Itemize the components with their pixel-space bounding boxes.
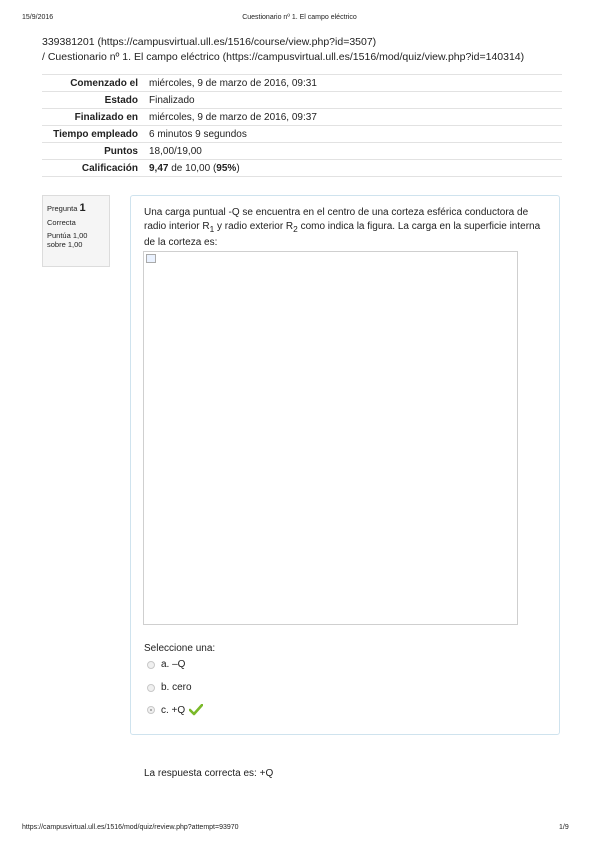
summary-label: Puntos — [42, 142, 145, 160]
question-text: Una carga puntual -Q se encuentra en el … — [144, 206, 549, 250]
question-number-value: 1 — [79, 202, 86, 214]
print-page-number: 1/9 — [559, 824, 569, 831]
attempt-summary-table: Comenzado el miércoles, 9 de marzo de 20… — [42, 74, 562, 177]
summary-value: 18,00/19,00 — [145, 142, 562, 160]
summary-label: Finalizado en — [42, 108, 145, 126]
summary-label: Tiempo empleado — [42, 125, 145, 143]
grade-label: Calificación — [42, 159, 145, 177]
radio-button[interactable] — [147, 683, 155, 692]
answer-option-b[interactable]: b. cero — [147, 682, 192, 693]
summary-value: miércoles, 9 de marzo de 2016, 09:31 — [145, 74, 562, 92]
question-figure — [143, 251, 518, 625]
correct-answer-feedback: La respuesta correcta es: +Q — [144, 768, 274, 779]
broken-image-icon — [146, 254, 156, 263]
summary-label: Estado — [42, 91, 145, 109]
radio-button-selected[interactable] — [147, 706, 155, 714]
question-text-part: y radio exterior R — [214, 221, 294, 232]
radio-button[interactable] — [147, 660, 155, 669]
option-label: b. cero — [161, 682, 192, 693]
question-info-panel: Pregunta 1 Correcta Puntúa 1,00 sobre 1,… — [42, 195, 110, 267]
answer-option-a[interactable]: a. –Q — [147, 659, 185, 670]
grade-value: 9,47 de 10,00 (95%) — [145, 159, 562, 177]
grade-percent: 95% — [216, 162, 237, 174]
breadcrumb-course[interactable]: 339381201 (https://campusvirtual.ull.es/… — [42, 36, 376, 48]
option-label: a. –Q — [161, 659, 186, 670]
summary-label: Comenzado el — [42, 74, 145, 92]
summary-value: 6 minutos 9 segundos — [145, 125, 562, 143]
grade-close: ) — [236, 162, 240, 174]
question-state: Correcta — [47, 218, 76, 227]
checkmark-icon — [189, 704, 204, 716]
breadcrumb-quiz[interactable]: / Cuestionario nº 1. El campo eléctrico … — [42, 51, 524, 63]
question-number: Pregunta 1 — [47, 202, 105, 214]
grade-score: 9,47 — [149, 162, 169, 174]
summary-value: miércoles, 9 de marzo de 2016, 09:37 — [145, 108, 562, 126]
grade-of: de 10,00 ( — [171, 162, 217, 174]
question-mark: Puntúa 1,00 sobre 1,00 — [47, 231, 88, 249]
summary-row: Finalizado en miércoles, 9 de marzo de 2… — [42, 108, 562, 126]
question-prefix: Pregunta — [47, 204, 78, 213]
option-label: c. +Q — [161, 704, 186, 716]
summary-row-grade: Calificación 9,47 de 10,00 (95%) — [42, 159, 562, 177]
summary-row: Puntos 18,00/19,00 — [42, 142, 562, 160]
print-title: Cuestionario nº 1. El campo eléctrico — [242, 14, 357, 21]
answer-prompt: Seleccione una: — [144, 643, 216, 654]
answer-option-c[interactable]: c. +Q — [147, 704, 204, 716]
summary-row: Tiempo empleado 6 minutos 9 segundos — [42, 125, 562, 143]
summary-row: Estado Finalizado — [42, 91, 562, 109]
summary-row: Comenzado el miércoles, 9 de marzo de 20… — [42, 74, 562, 92]
print-footer-url: https://campusvirtual.ull.es/1516/mod/qu… — [22, 824, 239, 831]
summary-value: Finalizado — [145, 91, 562, 109]
